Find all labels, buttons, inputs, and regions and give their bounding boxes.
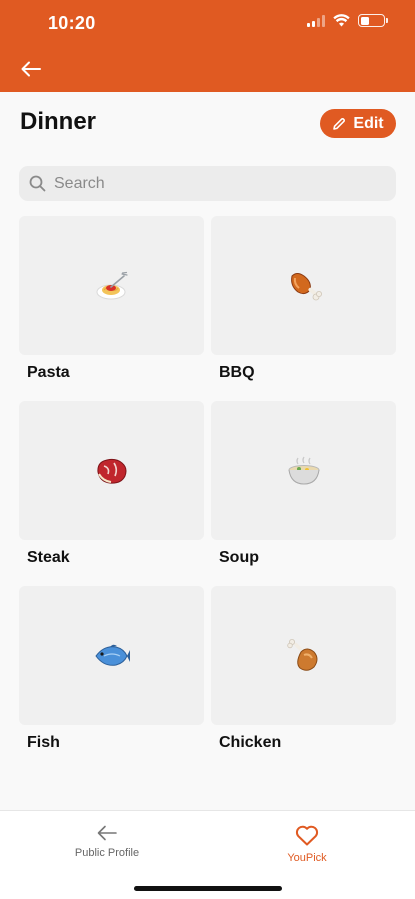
pasta-icon — [96, 271, 128, 299]
food-tile — [19, 401, 204, 540]
food-card-label: Pasta — [27, 364, 70, 381]
pencil-icon — [333, 117, 346, 130]
food-card-steak[interactable]: Steak — [19, 401, 204, 567]
tab-public-profile[interactable]: Public Profile — [47, 825, 167, 859]
status-icons — [307, 14, 388, 27]
food-card-soup[interactable]: Soup — [211, 401, 396, 567]
page-title: Dinner — [20, 108, 97, 135]
food-card-label: BBQ — [219, 364, 255, 381]
food-tile — [19, 216, 204, 355]
arrow-left-icon — [21, 61, 41, 77]
food-tile — [211, 216, 396, 355]
food-tile — [19, 586, 204, 725]
food-card-pasta[interactable]: Pasta — [19, 216, 204, 382]
search-icon — [29, 175, 46, 192]
app-header: 10:20 — [0, 0, 415, 92]
heart-icon — [295, 825, 319, 846]
soup-bowl-icon — [288, 456, 319, 485]
steak-icon — [96, 458, 126, 484]
food-card-fish[interactable]: Fish — [19, 586, 204, 752]
food-card-bbq[interactable]: BBQ — [211, 216, 396, 382]
tab-label: YouPick — [287, 852, 327, 864]
tab-youpick[interactable]: YouPick — [247, 825, 367, 864]
edit-button-label: Edit — [353, 114, 384, 132]
meat-on-bone-icon — [290, 272, 322, 300]
search-bar[interactable] — [19, 166, 396, 201]
search-input[interactable] — [54, 174, 374, 193]
cellular-signal-icon — [307, 14, 325, 27]
food-card-label: Chicken — [219, 734, 282, 751]
status-time: 10:20 — [48, 13, 96, 33]
food-card-chicken[interactable]: Chicken — [211, 586, 396, 752]
chicken-leg-icon — [286, 638, 317, 671]
tab-label: Public Profile — [74, 847, 140, 859]
fish-icon — [94, 644, 130, 666]
food-tile — [211, 586, 396, 725]
food-card-label: Fish — [27, 734, 60, 751]
food-tile — [211, 401, 396, 540]
wifi-icon — [333, 14, 350, 27]
battery-icon — [358, 14, 388, 27]
edit-button[interactable]: Edit — [320, 109, 396, 138]
home-indicator — [134, 886, 282, 891]
arrow-left-icon — [97, 825, 117, 841]
food-card-label: Soup — [219, 549, 259, 566]
back-button[interactable] — [18, 56, 44, 82]
food-card-label: Steak — [27, 549, 70, 566]
